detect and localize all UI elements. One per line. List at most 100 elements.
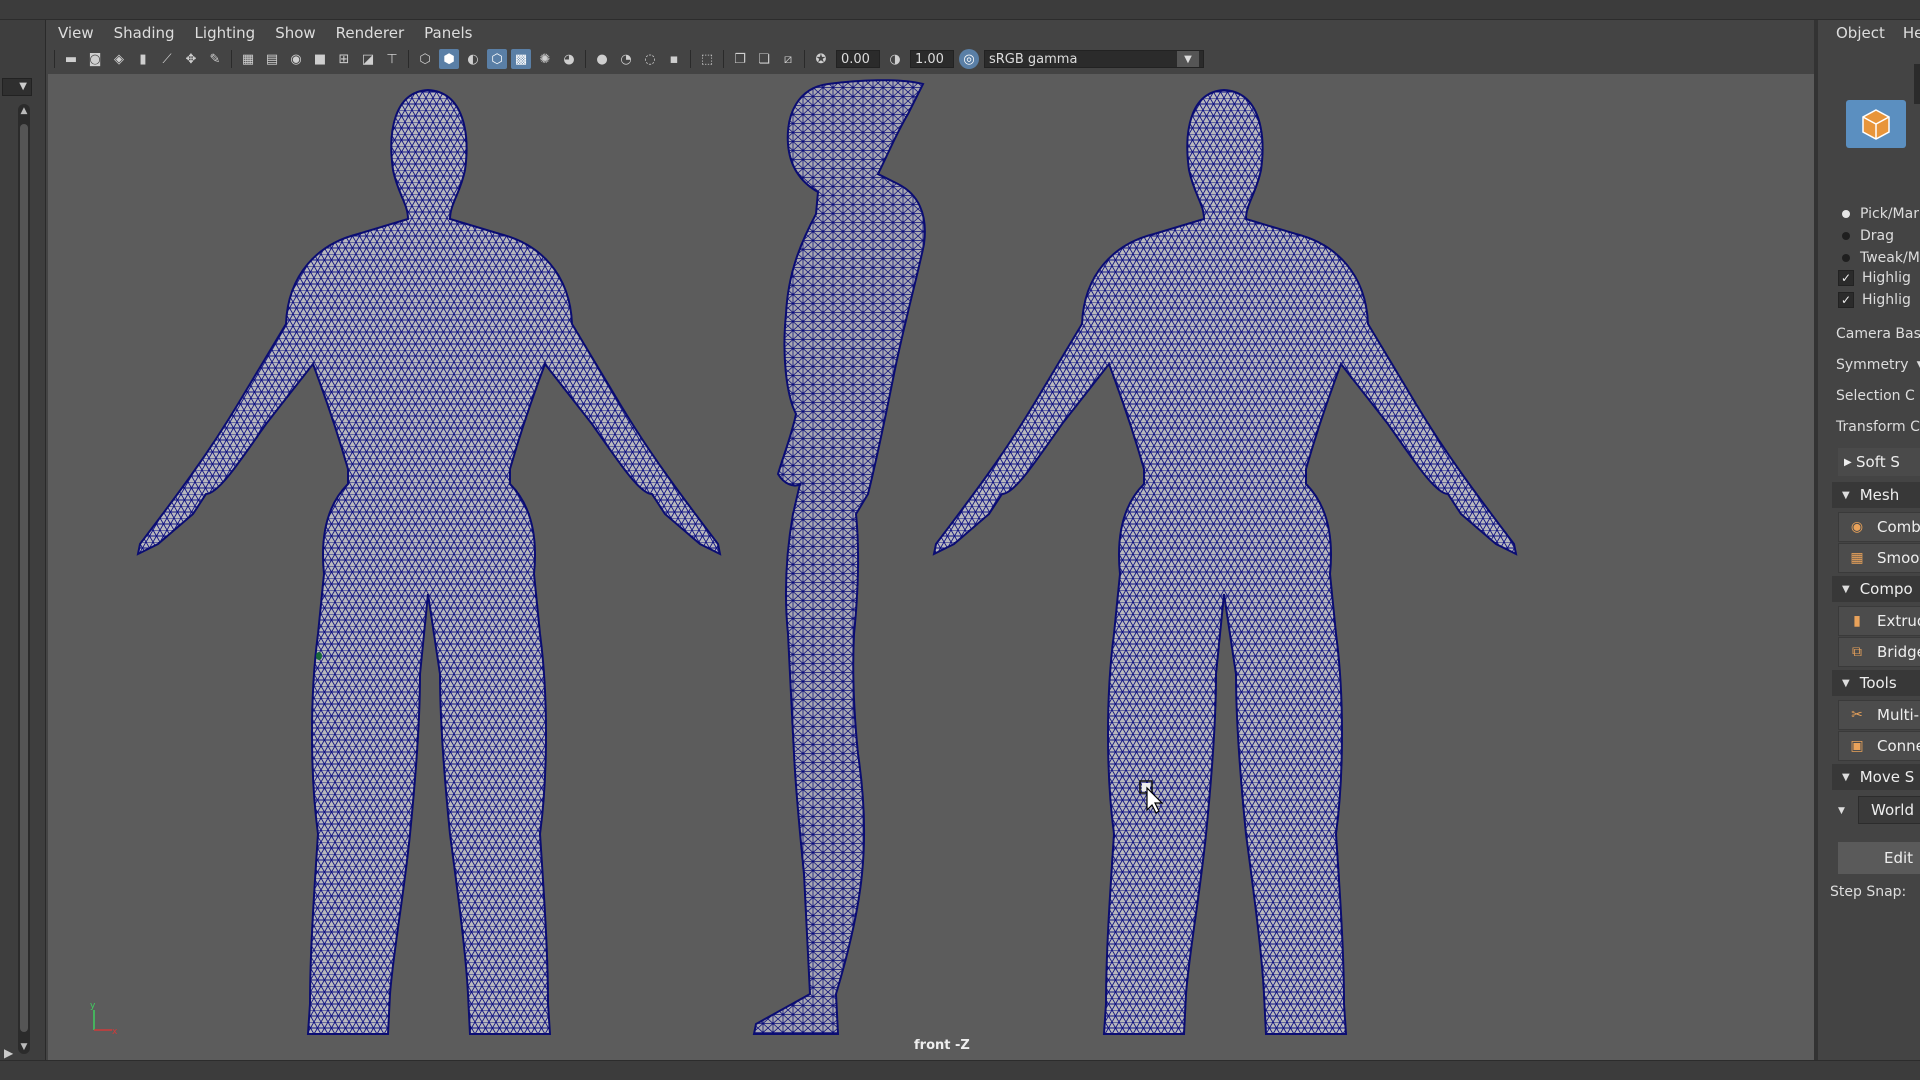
ambient-occlusion-icon[interactable]: ● [592, 49, 612, 69]
safe-title-icon[interactable]: ⊤ [382, 49, 402, 69]
lights-icon[interactable]: ✺ [535, 49, 555, 69]
view-transform-value: sRGB gamma [989, 51, 1078, 67]
exposure-icon[interactable]: ✪ [811, 49, 831, 69]
depth-of-field-icon[interactable]: ▪ [664, 49, 684, 69]
camera-based-selection[interactable]: Camera Bas [1836, 326, 1920, 342]
checkbox-highlight-2[interactable]: ✓ Highlig [1838, 292, 1911, 308]
menu-view[interactable]: View [58, 24, 94, 42]
radio-icon [1842, 210, 1850, 218]
grid-icon[interactable]: ▦ [238, 49, 258, 69]
tool-label: Bridge [1877, 643, 1920, 661]
section-move-settings[interactable]: ▼ Move S [1832, 764, 1920, 790]
tab-object[interactable]: Object [1836, 24, 1885, 42]
play-icon[interactable]: ▶ [4, 1046, 13, 1060]
title-strip [0, 0, 1920, 20]
tool-label: Multi- [1877, 706, 1920, 724]
resolution-gate-icon[interactable]: ◉ [286, 49, 306, 69]
viewport-menu-bar: View Shading Lighting Show Renderer Pane… [46, 20, 1814, 46]
multi-cut-button[interactable]: ✂ Multi- [1838, 700, 1920, 730]
camera-bookmark-icon[interactable]: ▮ [133, 49, 153, 69]
anti-aliasing-icon[interactable]: ◌ [640, 49, 660, 69]
panel-dropdown[interactable]: ▼ [2, 78, 32, 96]
bookmark-icon[interactable]: ◈ [109, 49, 129, 69]
triangle-down-icon: ▼ [1842, 583, 1850, 595]
menu-lighting[interactable]: Lighting [195, 24, 256, 42]
radio-pick-marquee[interactable]: Pick/Mar [1842, 206, 1919, 222]
motion-blur-icon[interactable]: ◔ [616, 49, 636, 69]
left-scrollbar[interactable]: ▲ ▼ [18, 104, 30, 1054]
menu-renderer[interactable]: Renderer [336, 24, 404, 42]
color-management-icon[interactable]: ◎ [959, 49, 979, 69]
step-snap-label: Step Snap: [1830, 884, 1907, 900]
radio-icon [1842, 232, 1850, 240]
menu-show[interactable]: Show [275, 24, 315, 42]
bridge-button[interactable]: ⧉ Bridge [1838, 637, 1920, 667]
gamma-icon[interactable]: ◑ [885, 49, 905, 69]
symmetry-dropdown[interactable]: Symmetry ▼ [1836, 357, 1920, 373]
cube-icon [1862, 109, 1890, 140]
toolbar-separator [804, 50, 805, 68]
3d-viewport[interactable]: y x front -Z [48, 74, 1814, 1060]
smooth-icon: ▦ [1850, 550, 1864, 566]
menu-panels[interactable]: Panels [424, 24, 472, 42]
xray-joints-icon[interactable]: ⧄ [778, 49, 798, 69]
scroll-thumb[interactable] [20, 124, 28, 1032]
grease-pencil-icon[interactable]: ✎ [205, 49, 225, 69]
combine-button[interactable]: ◉ Combi [1838, 512, 1920, 542]
extrude-button[interactable]: ▮ Extrud [1838, 606, 1920, 636]
radio-tweak-marquee[interactable]: Tweak/M [1842, 250, 1920, 266]
selection-constraint[interactable]: Selection C [1836, 388, 1915, 404]
exposure-field[interactable]: 0.00 [836, 50, 880, 68]
textured-icon[interactable]: ▩ [511, 49, 531, 69]
view-transform-select[interactable]: sRGB gamma ▼ [984, 50, 1204, 68]
smooth-shade-icon[interactable]: ⬢ [439, 49, 459, 69]
default-material-icon[interactable]: ◐ [463, 49, 483, 69]
image-plane-icon[interactable]: ⟋ [157, 49, 177, 69]
checkbox-highlight-1[interactable]: ✓ Highlig [1838, 270, 1911, 286]
symmetry-label: Symmetry [1836, 357, 1909, 373]
film-gate-icon[interactable]: ▤ [262, 49, 282, 69]
triangle-down-icon: ▼ [1842, 771, 1850, 783]
smooth-button[interactable]: ▦ Smoot [1838, 543, 1920, 573]
scroll-up-icon[interactable]: ▲ [18, 106, 30, 116]
field-chart-icon[interactable]: ⊞ [334, 49, 354, 69]
toolbar-separator [723, 50, 724, 68]
transform-constraint[interactable]: Transform C [1836, 419, 1920, 435]
section-tools[interactable]: ▼ Tools [1832, 670, 1920, 696]
isolate-select-icon[interactable]: ⬚ [697, 49, 717, 69]
gate-mask-icon[interactable]: ■ [310, 49, 330, 69]
menu-shading[interactable]: Shading [114, 24, 175, 42]
section-mesh[interactable]: ▼ Mesh [1832, 482, 1920, 508]
object-mode-button[interactable] [1846, 100, 1906, 148]
triangle-right-icon: ▶ [1844, 456, 1852, 468]
left-sidebar: ▼ ▲ ▼ ▶ [0, 20, 46, 1060]
tab-help[interactable]: He [1903, 24, 1920, 42]
chevron-down-icon[interactable]: ▼ [1838, 806, 1845, 816]
scroll-down-icon[interactable]: ▼ [18, 1042, 30, 1052]
2d-pan-zoom-icon[interactable]: ✥ [181, 49, 201, 69]
radio-label: Tweak/M [1860, 250, 1920, 266]
character-meshes [136, 79, 1518, 1035]
wireframe-on-shaded-icon[interactable]: ⬡ [487, 49, 507, 69]
select-camera-icon[interactable]: ▬ [61, 49, 81, 69]
tool-label: Smoot [1877, 549, 1920, 567]
radio-label: Drag [1860, 228, 1895, 244]
triangle-down-icon: ▼ [1842, 489, 1850, 501]
connect-button[interactable]: ▣ Conne [1838, 731, 1920, 761]
safe-action-icon[interactable]: ◪ [358, 49, 378, 69]
axis-orientation-select[interactable]: World [1858, 796, 1920, 824]
soft-select-button[interactable]: ▶ Soft S [1838, 448, 1920, 476]
radio-drag[interactable]: Drag [1842, 228, 1894, 244]
camera-attributes-icon[interactable]: ◙ [85, 49, 105, 69]
wireframe-icon[interactable]: ⬡ [415, 49, 435, 69]
gamma-field[interactable]: 1.00 [910, 50, 954, 68]
xray-active-icon[interactable]: ❏ [754, 49, 774, 69]
edit-pivot-button[interactable]: Edit [1838, 842, 1920, 874]
side-view-mesh [752, 79, 926, 1035]
shadows-icon[interactable]: ◕ [559, 49, 579, 69]
section-components[interactable]: ▼ Compo [1832, 576, 1920, 602]
toolbar-separator [231, 50, 232, 68]
svg-text:x: x [112, 1027, 118, 1037]
triangle-down-icon: ▼ [1842, 677, 1850, 689]
xray-icon[interactable]: ❐ [730, 49, 750, 69]
